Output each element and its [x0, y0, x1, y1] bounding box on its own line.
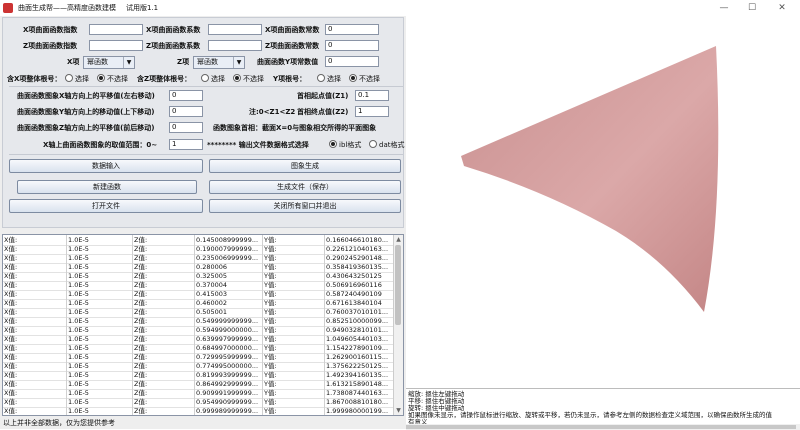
note-label: 注:0<Z1<Z2 — [249, 108, 296, 116]
horizontal-scrollbar[interactable] — [406, 424, 800, 430]
x-term-select[interactable]: 幂函数 ▼ — [83, 56, 135, 69]
x-coef-label: X项曲面函数系数 — [146, 26, 201, 34]
z-shift-field[interactable]: 0 — [169, 122, 203, 133]
y-sign-unselect-radio[interactable]: 不选择 — [349, 74, 380, 84]
table-cell-value: 0.999989999999... — [195, 406, 263, 415]
z-sign-select-radio[interactable]: 选择 — [201, 74, 225, 84]
generate-file-button[interactable]: 生成文件（保存） — [209, 180, 401, 194]
divider — [9, 154, 403, 155]
z2-field[interactable]: 1 — [355, 106, 389, 117]
radio-selected-icon — [233, 74, 241, 82]
status-text: 以上并非全部数据，仅为您提供参考 — [3, 419, 115, 427]
y-sign-select-radio[interactable]: 选择 — [317, 74, 341, 84]
z-exp-label: Z项曲面函数指数 — [23, 42, 78, 50]
vertical-scrollbar[interactable]: ▲ ▼ — [393, 235, 403, 415]
y-const-label: 曲面函数Y项常数值 — [257, 58, 319, 66]
minimize-button[interactable]: — — [710, 0, 738, 16]
x-sign-label: 含X项整体根号： — [7, 75, 62, 83]
y-shift-label: 曲面函数图象Y轴方向上的移动值(上下移动) — [17, 108, 155, 116]
radio-selected-icon — [349, 74, 357, 82]
x-exp-label: X项曲面函数指数 — [23, 26, 78, 34]
divider — [9, 86, 403, 87]
surface-3d-canvas[interactable] — [406, 16, 800, 388]
x-shift-field[interactable]: 0 — [169, 90, 203, 101]
radio-icon — [369, 140, 377, 148]
z-const-label: Z项曲面函数常数 — [265, 42, 320, 50]
radio-selected-icon — [329, 140, 337, 148]
chevron-down-icon: ▼ — [233, 57, 244, 68]
surface-mesh — [461, 46, 719, 312]
title-bar: 曲面生成帮——高精度函数建模 试用版1.1 — ☐ ✕ — [0, 0, 800, 17]
x-range-field[interactable]: 1 — [169, 139, 203, 150]
table-cell-value: 1.0E-5 — [67, 406, 133, 415]
new-function-button[interactable]: 新建函数 — [17, 180, 197, 194]
table-row[interactable]: X值: 1.0E-5 Z值: 0.999989999999... Y值: 1.999980… — [3, 406, 395, 415]
left-panel: X项曲面函数指数 X项曲面函数系数 X项曲面函数常数 0 Z项曲面函数指数 Z项… — [0, 16, 406, 429]
maximize-button[interactable]: ☐ — [738, 0, 766, 16]
app-icon — [3, 3, 13, 13]
z-exp-field[interactable] — [89, 40, 143, 51]
format-ibl-radio[interactable]: ibl格式 — [329, 140, 361, 150]
scroll-down-icon[interactable]: ▼ — [394, 406, 403, 415]
z-shift-label: 曲面函数图象Z轴方向上的平移值(前后移动) — [17, 124, 155, 132]
format-label: ******** 输出文件数据格式选择 — [207, 141, 309, 149]
image-gen-button[interactable]: 图象生成 — [209, 159, 401, 173]
z-term-label: Z项 — [177, 58, 190, 66]
window-title: 曲面生成帮——高精度函数建模 — [18, 4, 116, 12]
format-dat-radio[interactable]: dat格式 — [369, 140, 404, 150]
x-sign-unselect-radio[interactable]: 不选择 — [97, 74, 128, 84]
table-cell-label: Y值: — [263, 406, 325, 415]
radio-icon — [201, 74, 209, 82]
z1-field[interactable]: 0.1 — [355, 90, 389, 101]
z2-label: 首相终点值(Z2) — [297, 108, 349, 116]
open-file-button[interactable]: 打开文件 — [9, 199, 203, 213]
scroll-up-icon[interactable]: ▲ — [394, 235, 403, 244]
radio-selected-icon — [97, 74, 105, 82]
window-version: 试用版1.1 — [126, 4, 159, 12]
x-coef-field[interactable] — [208, 24, 262, 35]
close-all-exit-button[interactable]: 关闭所有窗口并退出 — [209, 199, 401, 213]
x-sign-select-radio[interactable]: 选择 — [65, 74, 89, 84]
z-term-select[interactable]: 幂函数 ▼ — [193, 56, 245, 69]
x-term-label: X项 — [67, 58, 80, 66]
parameter-form: X项曲面函数指数 X项曲面函数系数 X项曲面函数常数 0 Z项曲面函数指数 Z项… — [2, 17, 404, 228]
y-sign-label: Y项根号： — [273, 75, 307, 83]
hint-line: 如果图像未显示，请操作鼠标进行缩放、旋转或平移，若仍未显示，请参考左侧的数据检查… — [408, 411, 772, 419]
radio-icon — [65, 74, 73, 82]
radio-icon — [317, 74, 325, 82]
y-shift-field[interactable]: 0 — [169, 106, 203, 117]
z-coef-label: Z项曲面函数系数 — [146, 42, 201, 50]
close-button[interactable]: ✕ — [768, 0, 796, 16]
table-cell-value: 1.999980000199... — [325, 406, 395, 415]
x-range-label: X轴上曲面函数图象的取值范围：0~ — [43, 141, 158, 149]
data-input-button[interactable]: 数据输入 — [9, 159, 203, 173]
x-const-field[interactable]: 0 — [325, 24, 379, 35]
z-sign-label: 含Z项整体根号： — [137, 75, 192, 83]
z-sign-unselect-radio[interactable]: 不选择 — [233, 74, 264, 84]
first-term-note: 函数图象首相：截面X=0与图象相交所得的平面图象 — [213, 124, 377, 132]
data-table[interactable]: X值: 1.0E-5 Z值: 0.145008999999... Y值: 0.166046… — [2, 234, 404, 416]
x-shift-label: 曲面函数图象X轴方向上的平移值(左右移动) — [17, 92, 155, 100]
chevron-down-icon: ▼ — [123, 57, 134, 68]
hint-log: 缩放: 摁住左键拖动 平移: 摁住右键拖动 旋转: 摁住中键拖动 如果图像未显示… — [406, 388, 800, 430]
scroll-thumb[interactable] — [406, 425, 796, 429]
surface-plot — [461, 46, 719, 312]
z-coef-field[interactable] — [208, 40, 262, 51]
x-exp-field[interactable] — [89, 24, 143, 35]
table-cell-label: X值: — [3, 406, 67, 415]
table-cell-label: Z值: — [133, 406, 195, 415]
y-const-field[interactable]: 0 — [325, 56, 379, 67]
z1-label: 首相起点值(Z1) — [297, 92, 349, 100]
z-const-field[interactable]: 0 — [325, 40, 379, 51]
scroll-thumb[interactable] — [395, 245, 401, 325]
x-const-label: X项曲面函数常数 — [265, 26, 320, 34]
